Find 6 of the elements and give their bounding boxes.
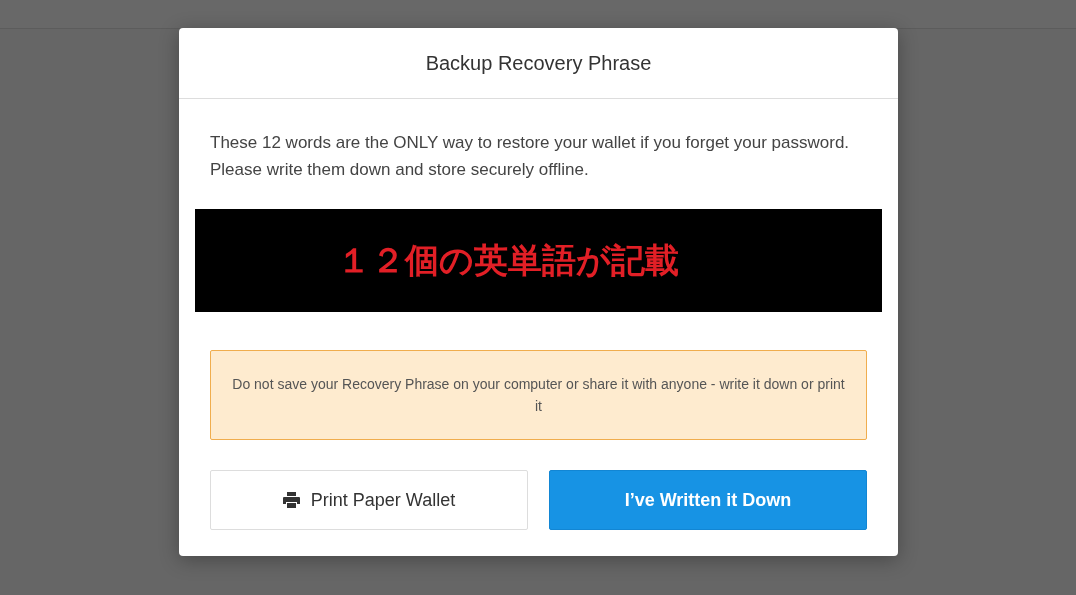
cover-text: １２個の英単語が記載: [337, 238, 679, 282]
intro-text: These 12 words are the ONLY way to restore your wallet if you forget your password. Please write them down and store securely offline.: [210, 132, 851, 181]
print-button[interactable]: Print Paper Wallet: [210, 470, 528, 530]
warning-message: Do not save your Recovery Phrase on your computer or share it with anyone - write it down or print it: [210, 350, 867, 440]
dialog-title: Backup Recovery Phrase: [425, 51, 652, 75]
printer-icon: [282, 492, 300, 508]
